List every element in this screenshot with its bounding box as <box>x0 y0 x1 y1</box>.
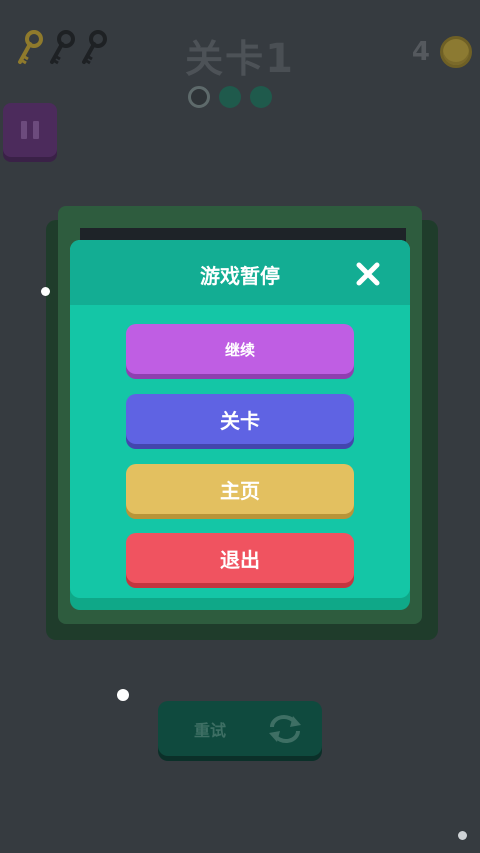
level-prefix: 关卡 <box>185 37 266 81</box>
home-button[interactable]: 主页 <box>126 464 354 514</box>
coin-icon <box>440 36 472 68</box>
stage-dot <box>219 86 241 108</box>
quit-button[interactable]: 退出 <box>126 533 354 583</box>
ball <box>117 689 129 701</box>
levels-button[interactable]: 关卡 <box>126 394 354 444</box>
top-hud: 关卡1 4 <box>0 0 480 110</box>
retry-icon <box>269 714 302 743</box>
ball <box>458 831 467 840</box>
level-title: 关卡1 <box>0 28 480 83</box>
coin-counter: 4 <box>412 36 472 68</box>
retry-button[interactable]: 重试 <box>158 701 322 756</box>
pause-dialog: 游戏暂停 继续 关卡 主页 退出 <box>70 240 410 610</box>
retry-label: 重试 <box>194 720 227 740</box>
close-icon[interactable] <box>354 260 382 288</box>
ball <box>41 287 50 296</box>
pause-dialog-body: 游戏暂停 继续 关卡 主页 退出 <box>70 240 410 598</box>
stage-progress <box>188 86 272 108</box>
pause-icon <box>21 121 27 139</box>
pause-button[interactable] <box>3 103 57 157</box>
continue-button[interactable]: 继续 <box>126 324 354 374</box>
stage-dot <box>250 86 272 108</box>
level-number: 1 <box>265 36 295 82</box>
coin-count: 4 <box>411 37 430 67</box>
stage-dot-current <box>188 86 210 108</box>
